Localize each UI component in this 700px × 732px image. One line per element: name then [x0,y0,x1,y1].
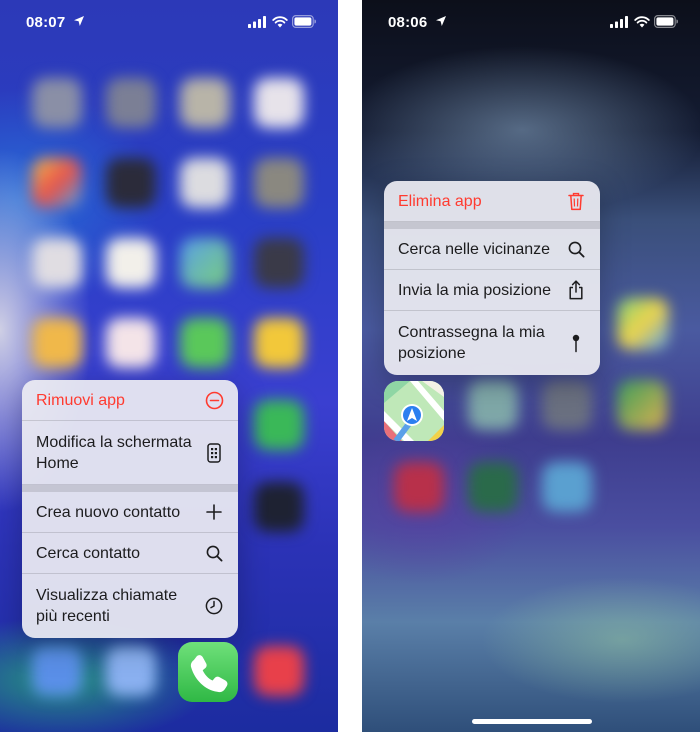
menu-item-label: Cerca contatto [36,544,141,562]
menu-item-label: Crea nuovo contatto [36,503,181,521]
minus-circle-icon [204,390,224,410]
blurred-app-icon [106,158,156,208]
status-bar: 08:06 [362,0,700,44]
blurred-app-icon [394,462,444,512]
battery-icon [654,15,678,28]
blurred-app-icon [32,238,82,288]
battery-icon [292,15,316,28]
pin-icon [566,333,586,353]
location-arrow-icon [74,16,84,26]
blurred-app-icon [180,158,230,208]
maps-app-context-menu: Elimina app Cerca nelle vicinanze Invia … [384,181,600,375]
home-indicator[interactable] [472,719,592,724]
search-nearby-menu-item[interactable]: Cerca nelle vicinanze [384,229,600,270]
maps-app-icon[interactable] [384,381,444,441]
wifi-icon [634,16,650,28]
menu-separator [22,485,238,492]
blurred-app-icon [32,78,82,128]
menu-item-label: Elimina app [398,192,482,210]
magnifier-icon [566,239,586,259]
blurred-app-icon [180,78,230,128]
blurred-app-icon [254,400,304,450]
menu-item-label: Cerca nelle vicinanze [398,240,551,258]
blurred-app-icon [468,380,518,430]
plus-icon [204,502,224,522]
menu-separator [384,222,600,229]
blurred-app-icon [254,238,304,288]
right-phone-screen: 08:06 Elimina app Cerca nelle vicinanze [362,0,700,732]
wifi-icon [272,16,288,28]
delete-app-menu-item[interactable]: Elimina app [384,181,600,222]
blurred-app-icon [254,482,304,532]
blurred-app-icon [542,462,592,512]
blurred-app-icon [254,318,304,368]
blurred-dock-icon [32,646,82,696]
menu-item-label: Rimuovi app [36,391,125,409]
blurred-app-icon [542,380,592,430]
blurred-app-icon [32,318,82,368]
blurred-app-icon [254,78,304,128]
menu-item-label: Contrassegna la mia posizione [398,324,545,362]
blurred-app-icon [106,78,156,128]
status-time: 08:06 [388,14,428,31]
mark-location-menu-item[interactable]: Contrassegna la mia posizione [384,311,600,375]
left-phone-screen: 08:07 Rimuovi app Modifica la schermata … [0,0,338,732]
blurred-app-icon [254,158,304,208]
phone-app-context-menu: Rimuovi app Modifica la schermata Home C… [22,380,238,638]
clock-icon [204,596,224,616]
phone-screen-icon [204,442,224,463]
search-contact-menu-item[interactable]: Cerca contatto [22,533,238,574]
blurred-app-icon [106,318,156,368]
send-location-menu-item[interactable]: Invia la mia posizione [384,270,600,311]
cellular-signal-icon [248,16,266,28]
location-arrow-icon [436,16,446,26]
menu-item-label: Modifica la schermata Home [36,433,192,472]
edit-home-screen-menu-item[interactable]: Modifica la schermata Home [22,421,238,485]
blurred-app-icon [180,238,230,288]
phone-app-icon[interactable] [178,642,238,702]
share-icon [566,280,586,300]
blurred-app-icon [468,462,518,512]
menu-item-label: Invia la mia posizione [398,281,551,299]
blurred-app-icon [617,298,669,350]
blurred-app-icon [106,238,156,288]
recent-calls-menu-item[interactable]: Visualizza chiamate più recenti [22,574,238,638]
menu-item-label: Visualizza chiamate più recenti [36,587,178,625]
create-contact-menu-item[interactable]: Crea nuovo contatto [22,492,238,533]
status-bar: 08:07 [0,0,338,44]
blurred-app-icon [32,158,82,208]
remove-app-menu-item[interactable]: Rimuovi app [22,380,238,421]
blurred-app-icon [617,380,667,430]
blurred-app-icon [180,318,230,368]
trash-icon [566,191,586,211]
blurred-dock-icon [106,646,156,696]
cellular-signal-icon [610,16,628,28]
status-time: 08:07 [26,14,66,31]
magnifier-icon [204,543,224,563]
blurred-dock-icon [254,646,304,696]
